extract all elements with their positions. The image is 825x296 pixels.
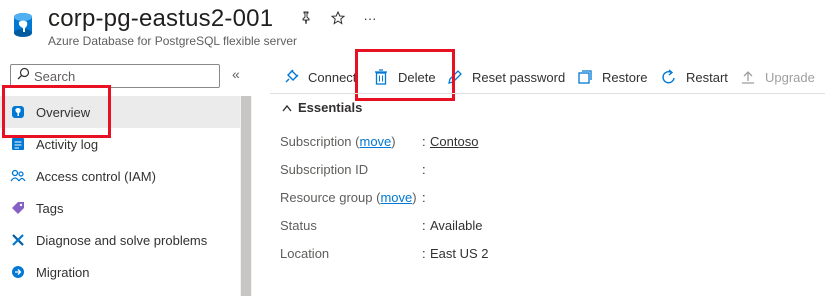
trash-icon <box>372 68 390 86</box>
plug-icon <box>282 68 300 86</box>
location-value: East US 2 <box>430 245 489 261</box>
sidebar-item-label: Access control (IAM) <box>36 168 156 184</box>
pin-icon[interactable] <box>296 8 316 28</box>
more-options-button[interactable]: ··· <box>360 8 380 28</box>
sidebar-item-activity-log[interactable]: Activity log <box>0 128 240 160</box>
scrollbar-thumb[interactable] <box>241 96 251 296</box>
sidebar-item-access-control[interactable]: Access control (IAM) <box>0 160 240 192</box>
sidebar-item-migration[interactable]: Migration <box>0 256 240 288</box>
sidebar-item-label: Migration <box>36 264 90 280</box>
upgrade-button[interactable]: Upgrade <box>739 62 815 92</box>
wrench-icon <box>10 232 26 248</box>
restart-button[interactable]: Restart <box>660 62 728 92</box>
subscription-move-link[interactable]: move <box>360 134 392 149</box>
sidebar-item-label: Diagnose and solve problems <box>36 232 208 248</box>
page-subtitle: Azure Database for PostgreSQL flexible s… <box>48 34 298 48</box>
chevron-up-icon <box>282 100 292 115</box>
reset-password-label: Reset password <box>472 69 566 85</box>
reset-password-button[interactable]: Reset password <box>446 62 565 92</box>
activity-log-icon <box>10 136 26 152</box>
delete-button[interactable]: Delete <box>372 62 436 92</box>
sidebar-item-label: Overview <box>36 104 91 120</box>
essentials-row-resource-group: Resource group (move) : <box>280 189 426 205</box>
sidebar-item-tags[interactable]: Tags <box>0 192 240 224</box>
collapse-sidebar-button[interactable]: « <box>232 66 240 82</box>
row-label: Status <box>280 217 317 233</box>
migration-icon <box>10 264 26 280</box>
row-label: Location <box>280 245 330 261</box>
connect-button[interactable]: Connect <box>282 62 356 92</box>
delete-label: Delete <box>398 69 436 85</box>
upgrade-icon <box>739 68 757 86</box>
tag-icon <box>10 200 26 216</box>
star-icon[interactable] <box>328 8 348 28</box>
sidebar-search[interactable] <box>10 64 220 88</box>
sidebar-nav: Overview Activity log Access control (IA… <box>0 96 240 288</box>
search-input[interactable] <box>34 68 204 84</box>
status-value: Available <box>430 217 483 233</box>
restore-icon <box>576 68 594 86</box>
command-bar: Connect Delete Reset password Restore Re… <box>270 62 825 92</box>
resource-group-move-link[interactable]: move <box>380 190 412 205</box>
sidebar-scrollbar[interactable] <box>240 96 252 296</box>
restart-label: Restart <box>686 69 728 85</box>
essentials-toggle[interactable]: Essentials <box>282 100 362 115</box>
essentials-row-subscription-id: Subscription ID : <box>280 161 426 177</box>
connect-label: Connect <box>308 69 357 85</box>
sidebar-item-label: Tags <box>36 200 64 216</box>
subscription-value-link[interactable]: Contoso <box>430 134 478 149</box>
essentials-row-subscription: Subscription (move) : Contoso <box>280 133 479 149</box>
page-title: corp-pg-eastus2-001 <box>48 5 274 32</box>
restore-label: Restore <box>602 69 648 85</box>
postgresql-server-icon <box>12 12 34 38</box>
sidebar-item-overview[interactable]: Overview <box>0 96 240 128</box>
command-bar-divider <box>270 93 825 94</box>
postgresql-icon <box>10 104 26 120</box>
sidebar: « Overview Activity log Access control (… <box>0 56 258 296</box>
resource-header: corp-pg-eastus2-001 Azure Database for P… <box>0 0 825 56</box>
essentials-row-status: Status : Available <box>280 217 483 233</box>
refresh-icon <box>660 68 678 86</box>
row-label: Resource group (move) <box>280 189 417 205</box>
essentials-heading: Essentials <box>298 100 363 115</box>
people-icon <box>10 168 26 184</box>
sidebar-item-diagnose[interactable]: Diagnose and solve problems <box>0 224 240 256</box>
pencil-icon <box>446 68 464 86</box>
restore-button[interactable]: Restore <box>576 62 648 92</box>
essentials-row-location: Location : East US 2 <box>280 245 489 261</box>
row-label: Subscription (move) <box>280 133 396 149</box>
search-icon <box>17 67 30 85</box>
sidebar-item-label: Activity log <box>36 136 99 152</box>
row-label: Subscription ID <box>280 161 369 177</box>
upgrade-label: Upgrade <box>765 69 815 85</box>
